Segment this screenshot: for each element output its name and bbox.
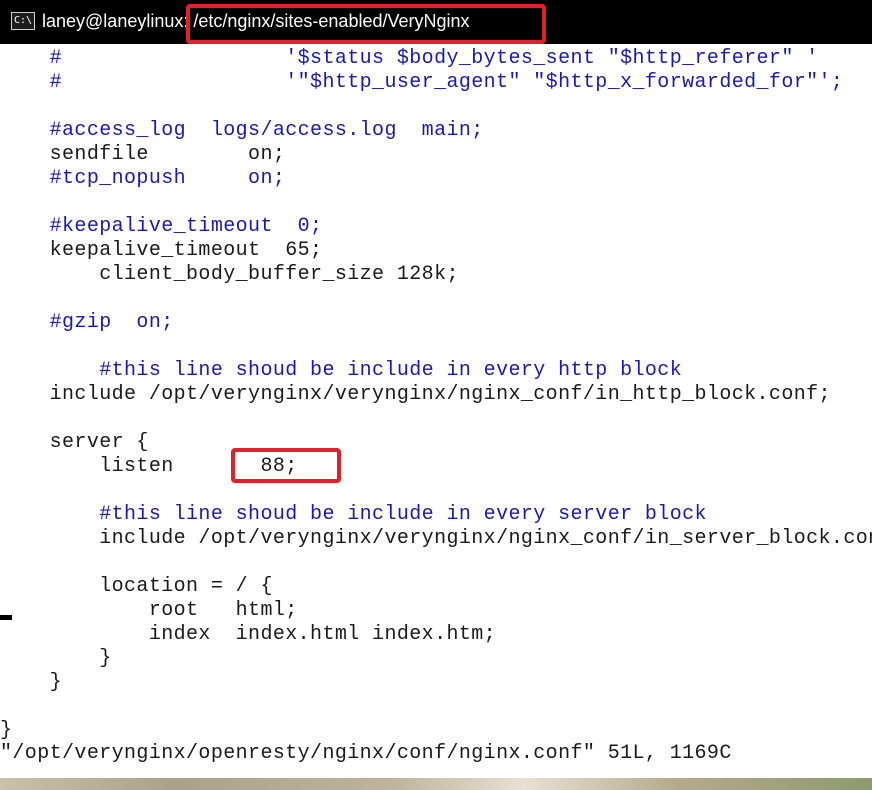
code-line-20: #this line shoud be include in every ser…	[0, 503, 707, 526]
code-line-8: #keepalive_timeout 0;	[0, 215, 323, 238]
code-line-27: }	[0, 671, 63, 694]
code-line-17: server {	[0, 431, 149, 454]
status-line: "/opt/verynginx/openresty/nginx/conf/ngi…	[0, 742, 732, 765]
code-line-25: index index.html index.htm;	[0, 623, 497, 646]
code-line-10: client_body_buffer_size 128k;	[0, 263, 459, 286]
listen-port-highlight-box	[231, 448, 341, 483]
terminal-icon: C:\	[11, 12, 35, 30]
code-line-6: #tcp_nopush on;	[0, 167, 286, 190]
code-line-5: sendfile on;	[0, 143, 286, 166]
code-line-23: location = / {	[0, 575, 273, 598]
code-line-21: include /opt/verynginx/verynginx/nginx_c…	[0, 527, 872, 550]
code-line-1: # '$status $body_bytes_sent "$http_refer…	[0, 47, 819, 70]
code-line-24: root html;	[0, 599, 298, 622]
code-line-14: #this line shoud be include in every htt…	[0, 359, 683, 382]
code-line-4: #access_log logs/access.log main;	[0, 119, 484, 142]
code-line-2: # '"$http_user_agent" "$http_x_forwarded…	[0, 71, 844, 94]
code-line-12: #gzip on;	[0, 311, 174, 334]
code-line-26: }	[0, 647, 112, 670]
code-line-9: keepalive_timeout 65;	[0, 239, 323, 262]
text-cursor	[0, 615, 12, 620]
editor-area[interactable]: # '$status $body_bytes_sent "$http_refer…	[0, 44, 872, 778]
code-line-15: include /opt/verynginx/verynginx/nginx_c…	[0, 383, 831, 406]
path-highlight-box	[186, 4, 546, 44]
code-line-29: }	[0, 719, 13, 742]
desktop-background-strip	[0, 778, 872, 790]
